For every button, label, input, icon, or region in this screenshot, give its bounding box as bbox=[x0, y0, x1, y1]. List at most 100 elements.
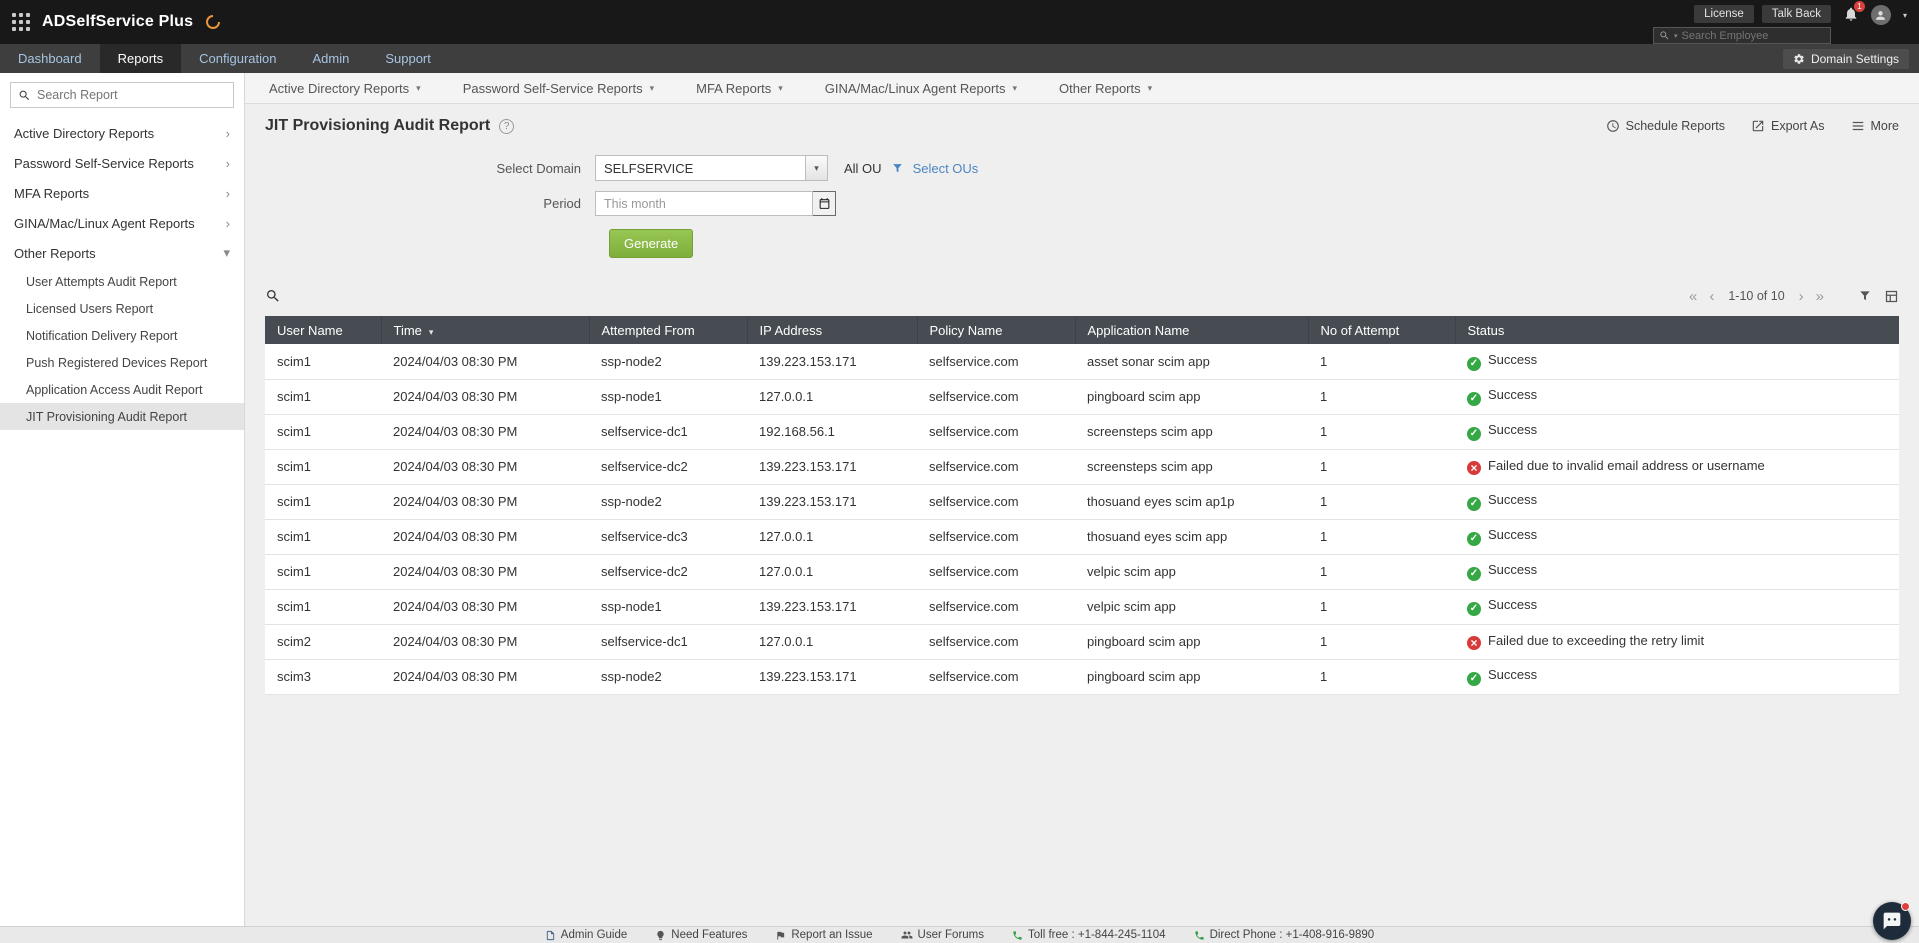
chevron-down-icon: ▾ bbox=[805, 156, 827, 180]
domain-select[interactable]: SELFSERVICE ▾ bbox=[595, 155, 828, 181]
cell-time: 2024/04/03 08:30 PM bbox=[381, 484, 589, 520]
column-header-ip-address[interactable]: IP Address bbox=[746, 316, 917, 344]
cell-policy-name: selfservice.com bbox=[917, 589, 1075, 625]
column-header-policy-name[interactable]: Policy Name bbox=[916, 316, 1075, 344]
admin-guide-link[interactable]: Admin Guide bbox=[545, 929, 627, 941]
column-header-status[interactable]: Status bbox=[1454, 316, 1899, 344]
help-icon[interactable]: ? bbox=[499, 118, 515, 134]
lightbulb-icon bbox=[657, 930, 664, 940]
column-header-no-of-attempt[interactable]: No of Attempt bbox=[1307, 316, 1455, 344]
user-avatar[interactable] bbox=[1870, 5, 1891, 25]
cell-no-of-attempt: 1 bbox=[1308, 449, 1455, 485]
status-text: Success bbox=[1488, 597, 1538, 612]
column-chooser-button[interactable] bbox=[1884, 289, 1899, 304]
search-icon bbox=[19, 90, 30, 100]
column-header-user-name[interactable]: User Name bbox=[265, 316, 381, 344]
domain-settings-button[interactable]: Domain Settings bbox=[1782, 48, 1909, 69]
sidebar-item-application-access-audit-report[interactable]: Application Access Audit Report bbox=[0, 376, 244, 403]
cell-policy-name: selfservice.com bbox=[917, 659, 1075, 695]
menu-other-reports[interactable]: Other Reports ▾ bbox=[1059, 81, 1152, 96]
sidebar-item-user-attempts-audit-report[interactable]: User Attempts Audit Report bbox=[0, 268, 244, 295]
sidebar-item-licensed-users-report[interactable]: Licensed Users Report bbox=[0, 295, 244, 322]
sort-desc-icon: ▾ bbox=[428, 326, 434, 337]
cell-attempted-from: selfservice-dc1 bbox=[589, 624, 747, 660]
cell-attempted-from: ssp-node2 bbox=[589, 344, 747, 380]
column-header-attempted-from[interactable]: Attempted From bbox=[588, 316, 747, 344]
menu-mfa-reports[interactable]: MFA Reports ▾ bbox=[696, 81, 783, 96]
main-nav: Dashboard Reports Configuration Admin Su… bbox=[0, 44, 1919, 73]
user-forums-link[interactable]: User Forums bbox=[901, 929, 984, 941]
cell-time: 2024/04/03 08:30 PM bbox=[381, 344, 589, 380]
cell-ip-address: 127.0.0.1 bbox=[747, 519, 917, 555]
cell-application-name: velpic scim app bbox=[1075, 589, 1308, 625]
cell-ip-address: 139.223.153.171 bbox=[747, 589, 917, 625]
menu-password-self-service-reports[interactable]: Password Self-Service Reports ▾ bbox=[463, 81, 654, 96]
prev-page-button[interactable]: ‹ bbox=[1709, 289, 1714, 304]
calendar-button[interactable] bbox=[813, 191, 836, 216]
content-area: Active Directory Reports ▾ Password Self-… bbox=[245, 73, 1919, 926]
tab-reports[interactable]: Reports bbox=[99, 44, 182, 73]
export-as-button[interactable]: Export As bbox=[1751, 119, 1825, 133]
table-filter-button[interactable] bbox=[1858, 289, 1872, 303]
tab-support[interactable]: Support bbox=[367, 44, 449, 73]
cell-ip-address: 139.223.153.171 bbox=[747, 344, 917, 380]
sidebar-item-notification-delivery-report[interactable]: Notification Delivery Report bbox=[0, 322, 244, 349]
need-features-link[interactable]: Need Features bbox=[655, 929, 747, 941]
sidebar-item-other-reports[interactable]: Other Reports ▾ bbox=[0, 238, 244, 268]
table-search-toggle[interactable] bbox=[265, 288, 281, 304]
sidebar-item-active-directory-reports[interactable]: Active Directory Reports › bbox=[0, 118, 244, 148]
table-row: scim1 2024/04/03 08:30 PM selfservice-dc… bbox=[265, 554, 1899, 590]
column-header-time[interactable]: Time ▾ bbox=[380, 316, 589, 344]
last-page-button[interactable]: » bbox=[1816, 289, 1824, 304]
table-row: scim1 2024/04/03 08:30 PM ssp-node1 139.… bbox=[265, 589, 1899, 625]
avatar-caret-icon[interactable]: ▾ bbox=[1903, 11, 1907, 20]
menu-active-directory-reports[interactable]: Active Directory Reports ▾ bbox=[269, 81, 421, 96]
first-page-button[interactable]: « bbox=[1689, 289, 1697, 304]
status-icon bbox=[1467, 636, 1481, 650]
sidebar-item-gina-mac-linux-agent-reports[interactable]: GINA/Mac/Linux Agent Reports › bbox=[0, 208, 244, 238]
cell-application-name: pingboard scim app bbox=[1075, 659, 1308, 695]
report-search-input[interactable] bbox=[37, 88, 226, 102]
employee-search-input[interactable] bbox=[1681, 29, 1825, 42]
period-input[interactable] bbox=[595, 191, 813, 216]
sidebar-item-mfa-reports[interactable]: MFA Reports › bbox=[0, 178, 244, 208]
sidebar-item-jit-provisioning-audit-report[interactable]: JIT Provisioning Audit Report bbox=[0, 403, 244, 430]
toll-free-number[interactable]: Toll free : +1-844-245-1104 bbox=[1012, 929, 1166, 941]
cell-ip-address: 139.223.153.171 bbox=[747, 659, 917, 695]
notifications-bell[interactable]: 1 bbox=[1843, 1, 1865, 27]
column-header-application-name[interactable]: Application Name bbox=[1074, 316, 1308, 344]
next-page-button[interactable]: › bbox=[1799, 289, 1804, 304]
cell-attempted-from: selfservice-dc1 bbox=[589, 414, 747, 450]
more-button[interactable]: More bbox=[1851, 119, 1899, 133]
topbar-right: License Talk Back ▾ 1 ▾ bbox=[1652, 0, 1907, 44]
select-ous-link[interactable]: Select OUs bbox=[913, 161, 979, 176]
cell-attempted-from: selfservice-dc2 bbox=[589, 554, 747, 590]
chevron-down-icon: ▾ bbox=[1012, 82, 1017, 93]
chevron-down-icon: ▾ bbox=[416, 82, 421, 93]
cell-application-name: velpic scim app bbox=[1075, 554, 1308, 590]
tab-configuration[interactable]: Configuration bbox=[181, 44, 294, 73]
employee-search-box: ▾ bbox=[1652, 27, 1831, 44]
ou-filter-icon[interactable] bbox=[891, 162, 904, 175]
menu-gina-mac-linux-agent-reports[interactable]: GINA/Mac/Linux Agent Reports ▾ bbox=[825, 81, 1017, 96]
report-an-issue-link[interactable]: Report an Issue bbox=[775, 929, 873, 941]
sidebar-item-password-self-service-reports[interactable]: Password Self-Service Reports › bbox=[0, 148, 244, 178]
search-options-caret-icon[interactable]: ▾ bbox=[1674, 32, 1678, 40]
talk-back-button[interactable]: Talk Back bbox=[1761, 5, 1831, 23]
apps-grid-icon[interactable] bbox=[12, 13, 30, 31]
sidebar-item-push-registered-devices-report[interactable]: Push Registered Devices Report bbox=[0, 349, 244, 376]
cell-application-name: asset sonar scim app bbox=[1075, 344, 1308, 380]
nav-tabs: Dashboard Reports Configuration Admin Su… bbox=[0, 44, 449, 73]
tab-admin[interactable]: Admin bbox=[294, 44, 367, 73]
chat-assistant-button[interactable] bbox=[1873, 902, 1911, 940]
direct-phone-number[interactable]: Direct Phone : +1-408-916-9890 bbox=[1194, 929, 1374, 941]
generate-button[interactable]: Generate bbox=[609, 229, 694, 258]
cell-no-of-attempt: 1 bbox=[1308, 589, 1455, 625]
schedule-reports-button[interactable]: Schedule Reports bbox=[1606, 119, 1725, 133]
license-button[interactable]: License bbox=[1694, 5, 1754, 23]
cell-attempted-from: selfservice-dc2 bbox=[589, 449, 747, 485]
cell-no-of-attempt: 1 bbox=[1308, 414, 1455, 450]
cell-status: Failed due to exceeding the retry limit bbox=[1455, 624, 1899, 660]
tab-dashboard[interactable]: Dashboard bbox=[0, 44, 100, 73]
status-icon bbox=[1467, 392, 1481, 406]
